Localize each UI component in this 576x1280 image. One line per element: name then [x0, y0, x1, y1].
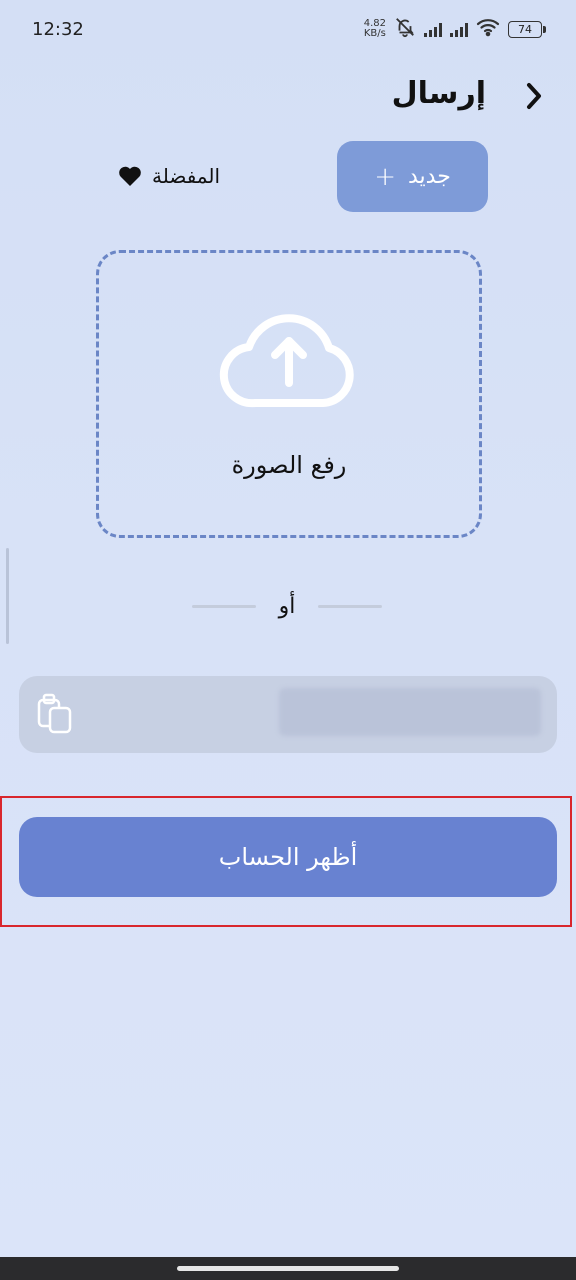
bell-muted-icon	[394, 16, 416, 43]
divider-line-left	[192, 604, 256, 608]
net-speed-unit: KB/s	[363, 28, 386, 39]
signal-icon	[424, 21, 442, 37]
scroll-indicator	[6, 548, 9, 644]
header: إرسال	[0, 72, 576, 122]
favorites-label: المفضلة	[152, 164, 221, 188]
status-bar: 12:32 4.82 KB/s 74	[0, 0, 576, 58]
status-icons: 4.82 KB/s 74	[364, 16, 546, 43]
chevron-right-icon	[527, 83, 541, 109]
favorites-button[interactable]: المفضلة	[118, 158, 220, 194]
clipboard-icon[interactable]	[35, 692, 75, 736]
battery-level: 74	[518, 22, 532, 36]
battery-icon: 74	[508, 20, 546, 38]
system-nav-bar	[0, 1257, 576, 1280]
network-speed: 4.82 KB/s	[364, 19, 386, 39]
show-account-button[interactable]: أظهر الحساب	[19, 817, 557, 897]
wifi-icon	[476, 17, 500, 42]
plus-icon: +	[374, 161, 396, 192]
divider-line-right	[318, 604, 382, 608]
new-label: جديد	[407, 164, 451, 189]
page-title: إرسال	[391, 76, 486, 111]
signal-icon	[450, 21, 468, 37]
redacted-value	[279, 688, 541, 736]
back-button[interactable]	[522, 80, 546, 112]
upload-image-area[interactable]: رفع الصورة	[96, 250, 482, 538]
heart-icon	[119, 166, 141, 186]
new-button[interactable]: جديد +	[337, 141, 488, 212]
paste-input-field[interactable]	[19, 676, 557, 753]
or-text: أو	[278, 593, 296, 619]
home-indicator[interactable]	[177, 1266, 399, 1271]
upload-label: رفع الصورة	[231, 451, 347, 479]
or-divider: أو	[192, 590, 382, 622]
status-time: 12:32	[32, 18, 84, 40]
cloud-upload-icon	[219, 314, 354, 408]
